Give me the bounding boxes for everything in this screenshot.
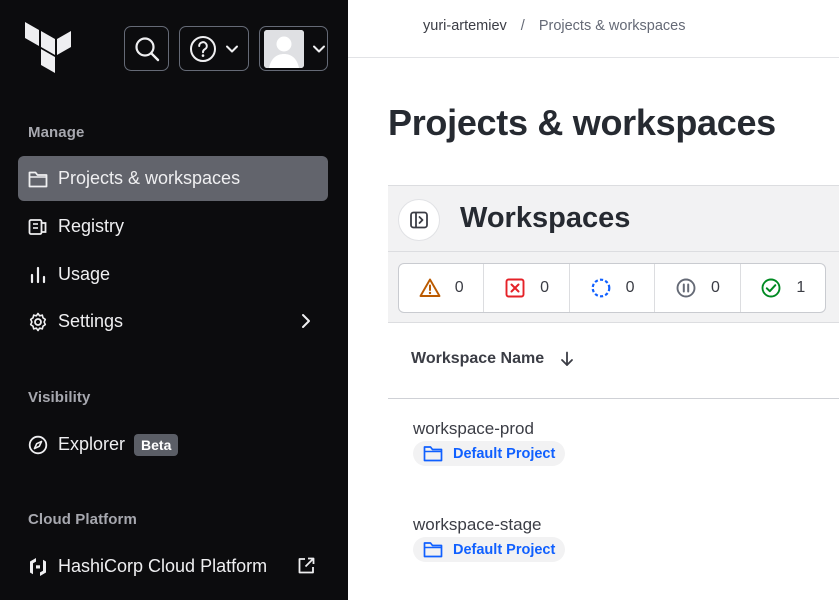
sidebar-item-settings[interactable]: Settings — [18, 299, 328, 344]
header-divider — [348, 57, 839, 58]
sidebar-item-hashicorp-cloud-platform[interactable]: HashiCorp Cloud Platform — [18, 544, 328, 589]
sidebar-item-label: HashiCorp Cloud Platform — [58, 556, 268, 576]
breadcrumb-current: Projects & workspaces — [538, 18, 686, 34]
status-filter-running[interactable]: 0 — [570, 264, 656, 312]
table-header-divider — [388, 398, 839, 399]
paused-icon — [676, 278, 696, 298]
search-icon — [134, 36, 159, 61]
gear-icon — [28, 312, 48, 332]
sidebar-item-explorer[interactable]: Explorer Beta — [18, 422, 328, 467]
table-row: workspace-prod Default Project — [413, 419, 566, 467]
status-filter-success[interactable]: 1 — [741, 264, 825, 312]
table-row: workspace-stage Default Project — [413, 515, 566, 563]
registry-icon — [28, 217, 48, 237]
sidebar-item-projects-workspaces[interactable]: Projects & workspaces — [18, 156, 328, 201]
project-link[interactable]: Default Project — [413, 537, 566, 562]
project-link[interactable]: Default Project — [413, 441, 566, 466]
running-icon — [591, 278, 610, 298]
search-button[interactable] — [124, 26, 169, 71]
sidebar-item-label: Usage — [58, 264, 111, 284]
project-name: Default Project — [453, 445, 556, 462]
sidebar-item-label: Explorer — [58, 434, 126, 454]
workspace-name-link[interactable]: workspace-stage — [413, 515, 565, 535]
status-count: 0 — [625, 279, 635, 296]
status-count: 1 — [796, 279, 806, 296]
sidebar-toggle-icon — [410, 211, 428, 229]
status-filter-paused[interactable]: 0 — [655, 264, 741, 312]
chevron-down-icon — [312, 45, 325, 52]
section-title-manage: Manage — [28, 124, 85, 141]
workspaces-panel: Workspaces 0 0 0 0 1 — [388, 185, 839, 323]
main-content: yuri-artemiev / Projects & workspaces Pr… — [348, 0, 839, 600]
warning-icon — [419, 278, 441, 297]
sidebar-item-registry[interactable]: Registry — [18, 204, 328, 249]
sidebar-item-usage[interactable]: Usage — [18, 252, 328, 297]
column-header-label: Workspace Name — [411, 350, 545, 367]
help-icon — [190, 35, 216, 62]
section-title-cloud-platform: Cloud Platform — [28, 511, 137, 528]
beta-badge: Beta — [134, 433, 179, 456]
status-filter-error[interactable]: 0 — [484, 264, 570, 312]
breadcrumb-org-link[interactable]: yuri-artemiev — [423, 18, 507, 34]
help-menu-button[interactable] — [179, 26, 249, 71]
section-title-visibility: Visibility — [28, 389, 91, 406]
avatar — [263, 29, 304, 68]
workspaces-title: Workspaces — [460, 202, 631, 234]
success-icon — [761, 278, 781, 298]
status-count: 0 — [454, 279, 464, 296]
error-icon — [505, 278, 525, 298]
status-count: 0 — [540, 279, 550, 296]
workspaces-header: Workspaces — [388, 186, 839, 252]
workspace-name-link[interactable]: workspace-prod — [413, 419, 565, 439]
chevron-right-icon — [302, 314, 310, 328]
breadcrumb: yuri-artemiev / Projects & workspaces — [423, 18, 686, 34]
folder-icon — [28, 169, 48, 189]
chevron-down-icon — [226, 45, 238, 52]
breadcrumb-separator: / — [520, 18, 525, 34]
project-name: Default Project — [453, 541, 556, 558]
toggle-sidebar-button[interactable] — [398, 199, 440, 241]
folder-icon — [423, 446, 443, 462]
sidebar-item-label: Registry — [58, 216, 125, 236]
hashicorp-icon — [28, 557, 48, 577]
external-link-icon — [298, 557, 315, 574]
sidebar-item-label: Projects & workspaces — [58, 168, 241, 188]
status-filter-bar: 0 0 0 0 1 — [398, 263, 826, 313]
compass-icon — [28, 435, 48, 455]
user-menu-button[interactable] — [259, 26, 328, 71]
terraform-logo[interactable] — [25, 22, 73, 74]
status-filter-warning[interactable]: 0 — [399, 264, 485, 312]
folder-icon — [423, 542, 443, 558]
column-header-workspace-name[interactable]: Workspace Name — [411, 350, 574, 368]
status-count: 0 — [710, 279, 720, 296]
page-title: Projects & workspaces — [388, 102, 776, 143]
sidebar-item-label: Settings — [58, 311, 124, 331]
bar-chart-icon — [28, 265, 48, 285]
sidebar: Manage Projects & workspaces Registry Us… — [0, 0, 348, 600]
sort-down-icon — [561, 351, 574, 366]
